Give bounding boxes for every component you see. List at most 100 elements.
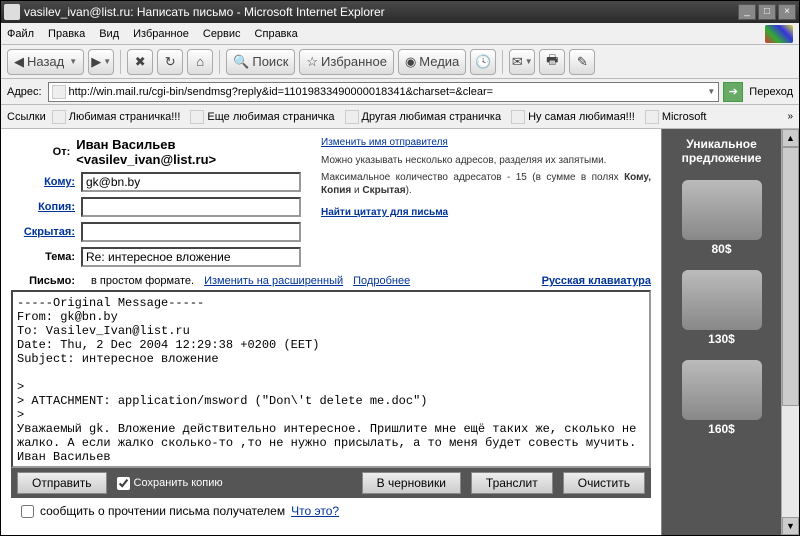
search-button[interactable]: 🔍 Поиск — [226, 49, 295, 75]
maximize-button[interactable]: □ — [758, 4, 776, 20]
forward-button[interactable]: ▶▼ — [88, 49, 114, 75]
content-area: От: Иван Васильев <vasilev_ivan@list.ru>… — [1, 129, 799, 535]
to-input[interactable] — [81, 172, 301, 192]
page-icon — [345, 110, 359, 124]
vertical-scrollbar[interactable]: ▲ ▼ — [781, 129, 799, 535]
read-receipt-checkbox[interactable] — [21, 505, 34, 518]
minimize-button[interactable]: _ — [738, 4, 756, 20]
mail-button[interactable]: ✉▼ — [509, 49, 535, 75]
menu-favorites[interactable]: Избранное — [133, 28, 189, 40]
menu-file[interactable]: Файл — [7, 28, 34, 40]
link-item[interactable]: Другая любимая страничка — [341, 110, 506, 124]
edit-button[interactable]: ✎ — [569, 49, 595, 75]
save-copy-input[interactable] — [117, 477, 130, 490]
to-label-link[interactable]: Кому: — [44, 176, 75, 188]
ad-price: 160$ — [708, 422, 735, 436]
ad-item[interactable]: 80$ — [666, 180, 777, 256]
refresh-button[interactable]: ↻ — [157, 49, 183, 75]
link-item[interactable]: Еще любимая страничка — [186, 110, 338, 124]
scroll-track[interactable] — [782, 147, 799, 517]
home-button[interactable]: ⌂ — [187, 49, 213, 75]
menubar: Файл Правка Вид Избранное Сервис Справка — [1, 23, 799, 45]
link-text: Ну самая любимая!!! — [528, 111, 635, 123]
close-button[interactable]: × — [778, 4, 796, 20]
page-icon — [645, 110, 659, 124]
subject-input[interactable] — [81, 247, 301, 267]
menu-tools[interactable]: Сервис — [203, 28, 241, 40]
ad-sidebar: Уникальное предложение 80$ 130$ 160$ — [661, 129, 781, 535]
hint-max: Максимальное количество адресатов - 15 (… — [321, 171, 651, 197]
from-label: От: — [11, 146, 70, 158]
url-dropdown-icon[interactable]: ▼ — [707, 87, 715, 96]
history-button[interactable]: 🕓 — [470, 49, 496, 75]
find-quote-link[interactable]: Найти цитату для письма — [321, 207, 448, 218]
stop-button[interactable]: ✖ — [127, 49, 153, 75]
menu-help[interactable]: Справка — [255, 28, 298, 40]
save-copy-checkbox[interactable]: Сохранить копию — [117, 477, 223, 490]
separator — [219, 50, 220, 74]
subject-label: Тема: — [11, 251, 75, 263]
url-box[interactable]: ▼ — [48, 82, 720, 102]
cc-label-link[interactable]: Копия: — [38, 201, 75, 213]
link-item[interactable]: Любимая страничка!!! — [48, 110, 185, 124]
page-icon — [190, 110, 204, 124]
address-bar: Адрес: ▼ ➔ Переход — [1, 79, 799, 105]
search-label: Поиск — [252, 54, 288, 69]
ad-image-icon — [682, 360, 762, 420]
link-text: Любимая страничка!!! — [69, 111, 181, 123]
whatis-link[interactable]: Что это? — [291, 504, 339, 518]
page-icon — [511, 110, 525, 124]
ad-item[interactable]: 160$ — [666, 360, 777, 436]
ad-item[interactable]: 130$ — [666, 270, 777, 346]
link-text: Microsoft — [662, 111, 707, 123]
links-overflow-icon[interactable]: » — [787, 111, 793, 122]
scroll-up-icon[interactable]: ▲ — [782, 129, 799, 147]
link-item[interactable]: Microsoft — [641, 110, 711, 124]
window: vasilev_ivan@list.ru: Написать письмо - … — [0, 0, 800, 536]
links-label: Ссылки — [7, 111, 46, 123]
menu-view[interactable]: Вид — [99, 28, 119, 40]
menu-edit[interactable]: Правка — [48, 28, 85, 40]
url-input[interactable] — [69, 86, 706, 98]
bcc-label-link[interactable]: Скрытая: — [24, 226, 75, 238]
separator — [120, 50, 121, 74]
scroll-down-icon[interactable]: ▼ — [782, 517, 799, 535]
print-button[interactable]: 🖶 — [539, 49, 565, 75]
format-switch-link[interactable]: Изменить на расширенный — [204, 275, 343, 287]
window-title: vasilev_ivan@list.ru: Написать письмо - … — [24, 5, 736, 19]
address-label: Адрес: — [7, 86, 42, 98]
send-button[interactable]: Отправить — [17, 472, 107, 494]
hint-addresses: Можно указывать несколько адресов, разде… — [321, 154, 651, 167]
message-body[interactable] — [11, 290, 651, 468]
save-copy-label: Сохранить копию — [134, 477, 223, 489]
link-text: Еще любимая страничка — [207, 111, 334, 123]
drafts-button[interactable]: В черновики — [362, 472, 461, 494]
change-sender-link[interactable]: Изменить имя отправителя — [321, 137, 448, 148]
bcc-input[interactable] — [81, 222, 301, 242]
app-icon — [4, 4, 20, 20]
back-label: Назад — [27, 54, 64, 69]
favorites-button[interactable]: ☆ Избранное — [299, 49, 394, 75]
page-icon — [52, 85, 66, 99]
titlebar: vasilev_ivan@list.ru: Написать письмо - … — [1, 1, 799, 23]
ad-image-icon — [682, 270, 762, 330]
translit-button[interactable]: Транслит — [471, 472, 553, 494]
russian-keyboard-link[interactable]: Русская клавиатура — [542, 275, 651, 287]
button-bar: Отправить Сохранить копию В черновики Тр… — [11, 468, 651, 498]
link-item[interactable]: Ну самая любимая!!! — [507, 110, 639, 124]
favorites-label: Избранное — [321, 54, 387, 69]
separator — [502, 50, 503, 74]
ad-price: 130$ — [708, 332, 735, 346]
clear-button[interactable]: Очистить — [563, 472, 645, 494]
link-text: Другая любимая страничка — [362, 111, 502, 123]
media-label: Медиа — [419, 54, 459, 69]
back-button[interactable]: ◀ Назад▼ — [7, 49, 84, 75]
ad-image-icon — [682, 180, 762, 240]
format-more-link[interactable]: Подробнее — [353, 275, 410, 287]
scroll-thumb[interactable] — [782, 147, 799, 406]
read-receipt-row: сообщить о прочтении письма получателем … — [11, 498, 651, 524]
toolbar: ◀ Назад▼ ▶▼ ✖ ↻ ⌂ 🔍 Поиск ☆ Избранное ◉ … — [1, 45, 799, 79]
cc-input[interactable] — [81, 197, 301, 217]
go-button[interactable]: ➔ — [723, 82, 743, 102]
media-button[interactable]: ◉ Медиа — [398, 49, 466, 75]
